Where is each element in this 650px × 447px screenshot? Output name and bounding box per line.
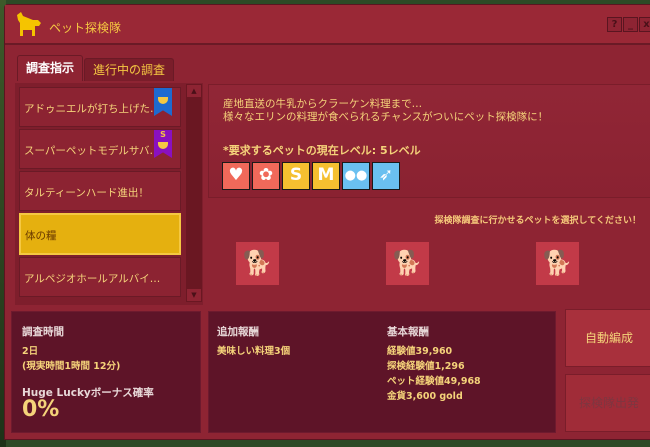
time-real: (現実時間1時間 12分) xyxy=(22,361,121,372)
heart-icon: ♥ xyxy=(222,162,250,190)
purple-s-ribbon-badge-icon: S xyxy=(154,130,172,158)
scroll-up-icon[interactable]: ▲ xyxy=(187,85,201,97)
window-title: ペット探検隊 xyxy=(49,21,122,35)
quest-label: アドゥニエルが打ち上げた… xyxy=(24,103,161,115)
quest-detail-panel: 産地直送の牛乳からクラーケン料理まで… 様々なエリンの料理が食べられるチャンスが… xyxy=(208,84,650,198)
auto-form-button[interactable]: 自動編成 xyxy=(565,309,650,367)
quest-label: タルティーンハード進出！ xyxy=(24,187,149,199)
quest-item[interactable]: タルティーンハード進出！ xyxy=(19,171,181,211)
description-line: 様々なエリンの料理が食べられるチャンスがついにペット探検隊に！ xyxy=(223,111,549,123)
reward-exp: 経験値39,960 xyxy=(387,346,453,357)
level-requirement: *要求するペットの現在レベル: 5レベル xyxy=(223,144,421,157)
base-reward-label: 基本報酬 xyxy=(387,326,429,338)
base-reward-list: 経験値39,960 探検経験値1,296 ペット経験値49,968 金貨3,60… xyxy=(387,344,481,404)
description-line: 産地直送の牛乳からクラーケン料理まで… xyxy=(223,98,423,110)
reward-panel: 追加報酬 美味しい料理3個 基本報酬 経験値39,960 探検経験値1,296 … xyxy=(208,311,556,433)
tab-instructions[interactable]: 調査指示 xyxy=(17,55,84,81)
quest-label: 体の糧 xyxy=(25,230,57,242)
pet-slot-1[interactable]: 🐕 xyxy=(236,242,279,285)
gear-icon: ✿ xyxy=(252,162,280,190)
scroll-down-icon[interactable]: ▼ xyxy=(187,289,201,301)
trait-icons: ♥ ✿ S M ●● ➶ xyxy=(222,162,400,190)
quest-label: スーパーペットモデルサバ… xyxy=(24,145,160,157)
dog-logo-icon xyxy=(17,12,41,36)
quest-list: アドゥニエルが打ち上げた… スーパーペットモデルサバ… S タルティーンハード進… xyxy=(15,83,203,305)
reward-exploration-exp: 探検経験値1,296 xyxy=(387,361,465,372)
extra-reward-item: 美味しい料理3個 xyxy=(217,346,291,357)
m-size-icon: M xyxy=(312,162,340,190)
title-bar[interactable]: ペット探検隊 ? _ x xyxy=(5,5,650,45)
quest-item[interactable]: アルペジオホールアルバイ… xyxy=(19,257,181,297)
minimize-button[interactable]: _ xyxy=(623,17,638,32)
s-size-icon: S xyxy=(282,162,310,190)
depart-button[interactable]: 探検隊出発 xyxy=(565,374,650,432)
time-panel: 調査時間 2日 (現実時間1時間 12分) Huge Luckyボーナス確率 0… xyxy=(11,311,201,433)
pet-slot-3[interactable]: 🐕 xyxy=(536,242,579,285)
quest-item-selected[interactable]: 体の糧 xyxy=(19,213,181,255)
wing-icon: ➶ xyxy=(372,162,400,190)
extra-reward-label: 追加報酬 xyxy=(217,326,259,338)
close-button[interactable]: x xyxy=(639,17,650,32)
tab-in-progress[interactable]: 進行中の調査 xyxy=(84,58,175,81)
time-days: 2日 xyxy=(22,346,39,357)
quest-description: 産地直送の牛乳からクラーケン料理まで… 様々なエリンの料理が食べられるチャンスが… xyxy=(223,98,548,124)
reward-gold: 金貨3,600 gold xyxy=(387,391,463,402)
quest-label: アルペジオホールアルバイ… xyxy=(24,273,161,285)
reward-pet-exp: ペット経験値49,968 xyxy=(387,376,481,387)
quest-item[interactable]: アドゥニエルが打ち上げた… xyxy=(19,87,181,127)
help-button[interactable]: ? xyxy=(607,17,622,32)
pet-expedition-window: ペット探検隊 ? _ x 調査指示 進行中の調査 アドゥニエルが打ち上げた… ス… xyxy=(4,4,650,440)
bonus-value: 0% xyxy=(22,397,60,422)
pet-slot-2[interactable]: 🐕 xyxy=(386,242,429,285)
paw-icon: ●● xyxy=(342,162,370,190)
blue-ribbon-badge-icon xyxy=(154,88,172,116)
quest-item[interactable]: スーパーペットモデルサバ… S xyxy=(19,129,181,169)
time-label: 調査時間 xyxy=(22,326,64,338)
select-pet-hint: 探検隊調査に行かせるペットを選択してください！ xyxy=(434,216,641,226)
quest-list-scrollbar[interactable]: ▲ ▼ xyxy=(186,84,202,302)
